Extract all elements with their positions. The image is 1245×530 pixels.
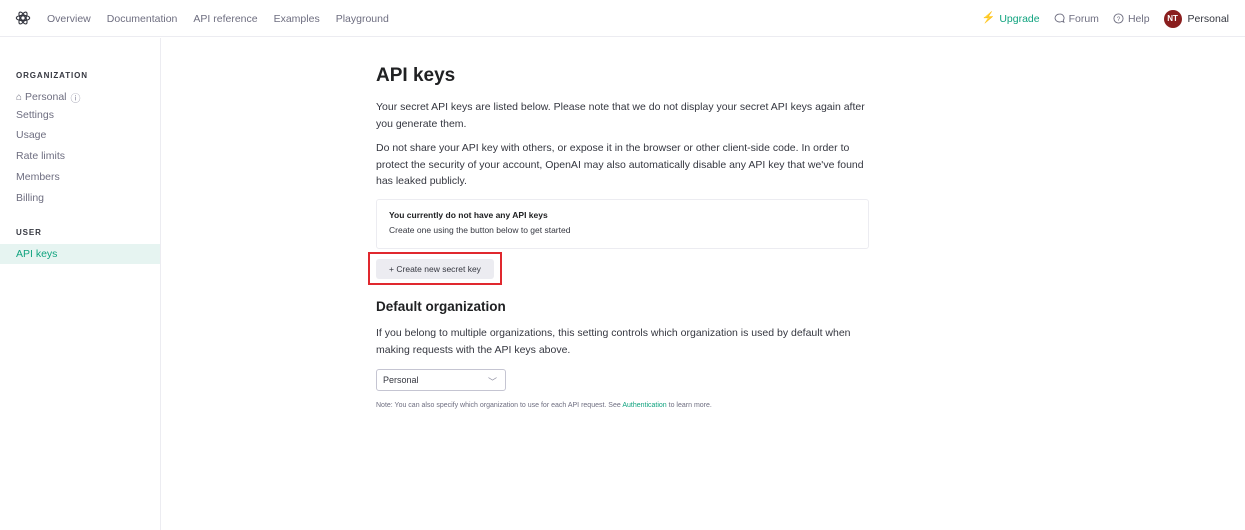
page-title: API keys <box>376 65 456 86</box>
sidebar-item-usage[interactable]: Usage <box>0 125 160 145</box>
note-suffix: to learn more. <box>666 402 712 409</box>
help-circle-icon: ? <box>1113 13 1124 24</box>
organization-note: Note: You can also specify which organiz… <box>376 402 712 409</box>
building-icon: ⌂ <box>16 91 23 103</box>
default-organization-title: Default organization <box>376 299 506 314</box>
empty-state-box: You currently do not have any API keys C… <box>376 199 869 249</box>
note-prefix: Note: You can also specify which organiz… <box>376 402 623 409</box>
intro-text: Your secret API keys are listed below. P… <box>376 101 865 130</box>
sidebar-heading-organization: ORGANIZATION <box>16 71 88 80</box>
empty-state-subtitle: Create one using the button below to get… <box>389 225 571 235</box>
top-navbar: Overview Documentation API reference Exa… <box>0 0 1245 37</box>
nav-examples[interactable]: Examples <box>274 13 320 25</box>
sidebar-item-api-keys[interactable]: API keys <box>0 244 160 264</box>
svg-text:?: ? <box>1117 16 1121 23</box>
warning-text: Do not share your API key with others, o… <box>376 142 864 187</box>
sidebar-item-billing[interactable]: Billing <box>0 188 160 208</box>
nav-overview[interactable]: Overview <box>47 13 91 25</box>
lightning-icon: ⚡ <box>981 12 996 24</box>
sidebar-item-members[interactable]: Members <box>0 167 160 187</box>
sidebar-item-personal[interactable]: ⌂ Personal ⓘ <box>0 87 160 107</box>
help-link[interactable]: ? Help <box>1113 13 1150 25</box>
help-label: Help <box>1127 12 1150 25</box>
sidebar-item-label: Personal <box>25 91 67 103</box>
forum-label: Forum <box>1068 12 1099 25</box>
create-secret-key-button[interactable]: + Create new secret key <box>376 259 494 279</box>
account-menu[interactable]: NT Personal <box>1163 9 1229 28</box>
authentication-link[interactable]: Authentication <box>622 402 666 409</box>
default-organization-description: If you belong to multiple organizations,… <box>376 327 851 356</box>
nav-documentation[interactable]: Documentation <box>107 13 178 25</box>
organization-select[interactable]: Personal ﹀ <box>376 369 506 391</box>
empty-state-title: You currently do not have any API keys <box>389 210 548 220</box>
account-label: Personal <box>1187 12 1229 25</box>
sidebar: ORGANIZATION ⌂ Personal ⓘ Settings Usage… <box>0 38 161 530</box>
upgrade-label: Upgrade <box>999 12 1040 25</box>
nav-api-reference[interactable]: API reference <box>193 13 257 25</box>
nav-playground[interactable]: Playground <box>336 13 389 25</box>
sidebar-item-settings[interactable]: Settings <box>0 105 160 125</box>
upgrade-link[interactable]: ⚡ Upgrade <box>982 13 1040 25</box>
forum-link[interactable]: Forum <box>1054 13 1099 25</box>
chevron-down-icon: ﹀ <box>487 377 497 387</box>
openai-logo-icon[interactable] <box>15 10 31 26</box>
sidebar-heading-user: USER <box>16 228 42 237</box>
info-icon[interactable]: ⓘ <box>71 90 81 105</box>
right-nav: ⚡ Upgrade Forum ? Help NT Personal <box>968 0 1229 37</box>
chat-bubble-icon <box>1054 13 1065 23</box>
avatar: NT <box>1163 9 1182 28</box>
main-nav: Overview Documentation API reference Exa… <box>47 0 405 37</box>
sidebar-item-rate-limits[interactable]: Rate limits <box>0 146 160 166</box>
organization-select-value: Personal <box>383 375 419 385</box>
